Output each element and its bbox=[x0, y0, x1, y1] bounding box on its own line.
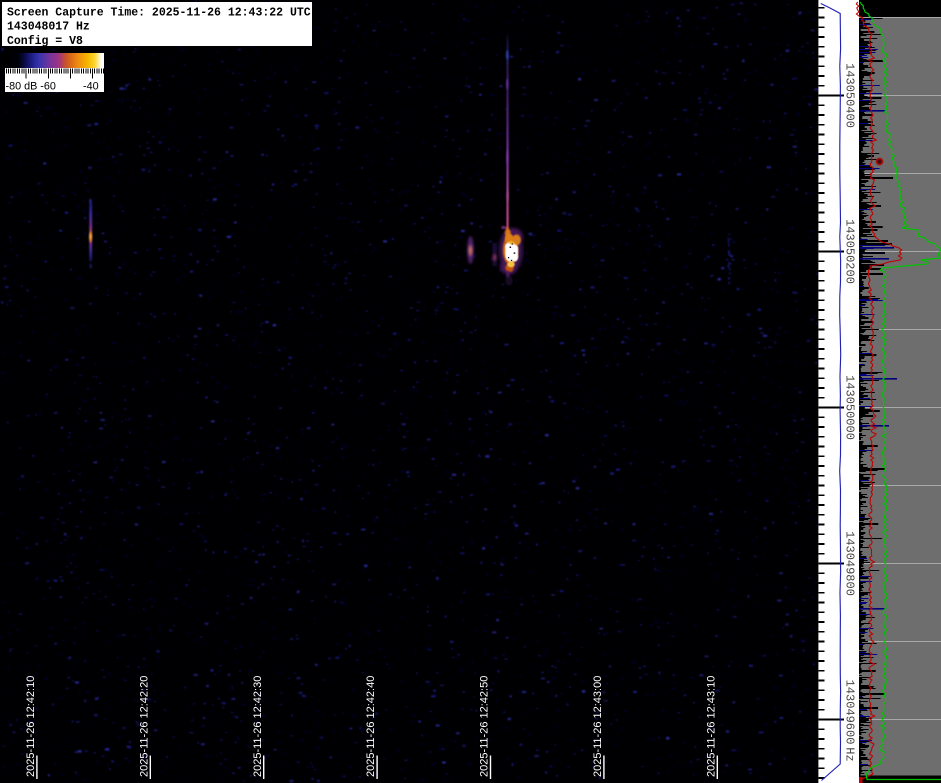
svg-text:143048017 Hz: 143048017 Hz bbox=[7, 21, 90, 34]
svg-text:Hz: Hz bbox=[843, 747, 857, 761]
svg-text:-40: -40 bbox=[83, 81, 99, 93]
svg-text:2025-11-26 12:43:10: 2025-11-26 12:43:10 bbox=[705, 676, 717, 777]
svg-text:2025-11-26 12:42:50: 2025-11-26 12:42:50 bbox=[479, 676, 491, 777]
svg-text:143050200: 143050200 bbox=[843, 219, 857, 284]
svg-text:2025-11-26 12:42:40: 2025-11-26 12:42:40 bbox=[365, 676, 377, 777]
svg-text:2025-11-26 12:42:20: 2025-11-26 12:42:20 bbox=[138, 676, 150, 777]
svg-text:2025-11-26 12:43:00: 2025-11-26 12:43:00 bbox=[592, 676, 604, 777]
svg-text:Config = V8: Config = V8 bbox=[7, 35, 83, 48]
svg-text:Screen Capture Time: 2025-11-2: Screen Capture Time: 2025-11-26 12:43:22… bbox=[7, 6, 311, 19]
svg-text:143049800: 143049800 bbox=[843, 531, 857, 596]
svg-text:143049600: 143049600 bbox=[843, 680, 857, 745]
svg-text:-80 dB -60: -80 dB -60 bbox=[6, 81, 56, 93]
svg-text:143050400: 143050400 bbox=[843, 63, 857, 128]
svg-text:2025-11-26 12:42:10: 2025-11-26 12:42:10 bbox=[25, 676, 37, 777]
svg-text:143050000: 143050000 bbox=[843, 375, 857, 440]
svg-text:2025-11-26 12:42:30: 2025-11-26 12:42:30 bbox=[252, 676, 264, 777]
